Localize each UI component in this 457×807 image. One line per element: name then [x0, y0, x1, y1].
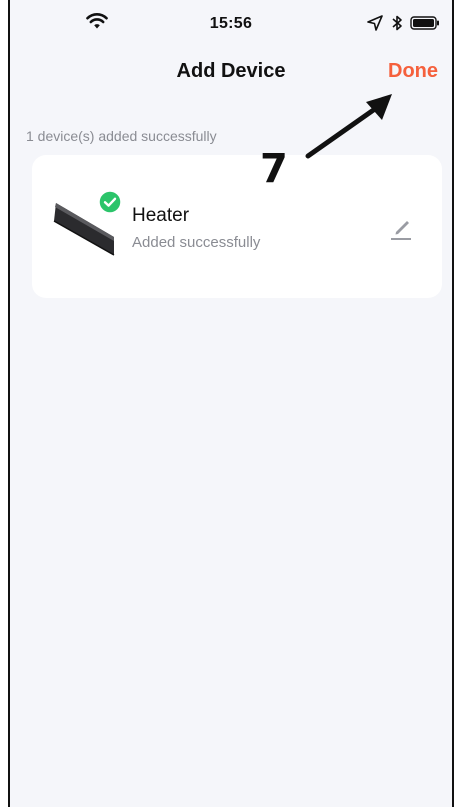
pointer-arrow-annotation: [305, 94, 392, 159]
location-arrow-icon: [367, 15, 383, 31]
battery-icon: [410, 16, 439, 30]
device-status: Added successfully: [132, 234, 261, 251]
status-time: 15:56: [209, 15, 253, 32]
bluetooth-icon: [392, 15, 402, 31]
added-summary: 1 device(s) added successfully: [26, 128, 217, 144]
device-card[interactable]: Heater Added successfully: [32, 155, 442, 298]
edit-icon[interactable]: [388, 217, 414, 241]
phone-screen: 15:56 Add Device Done 1 device(s) added …: [8, 0, 454, 807]
done-button[interactable]: Done: [388, 60, 438, 83]
success-check-icon: [98, 190, 122, 214]
device-name: Heater: [132, 205, 190, 226]
step-number-annotation: 7: [260, 146, 288, 192]
page-title: Add Device: [176, 60, 286, 82]
status-bar: 15:56: [10, 0, 452, 44]
